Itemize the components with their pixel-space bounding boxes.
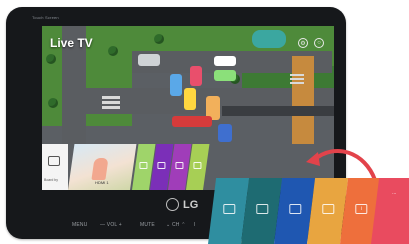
- lg-logo-icon: [166, 198, 179, 211]
- more-icon: ...: [392, 190, 397, 196]
- tree: [154, 34, 164, 44]
- mute-button[interactable]: MUTE: [140, 222, 155, 228]
- preview-image: [91, 158, 109, 180]
- music-icon: [256, 204, 269, 214]
- crosswalk: [102, 101, 120, 104]
- tree: [108, 46, 118, 56]
- screen-share-icon: [223, 204, 236, 214]
- app-icon: [157, 162, 166, 169]
- photo-icon: [175, 162, 184, 169]
- app-icon: [193, 162, 202, 169]
- input-button[interactable]: Board by: [42, 144, 68, 190]
- car[interactable]: [170, 74, 182, 96]
- car[interactable]: [214, 70, 236, 81]
- input-label: Board by: [44, 178, 59, 182]
- menu-button[interactable]: MENU: [72, 222, 88, 228]
- crosswalk: [290, 82, 304, 84]
- car[interactable]: [218, 124, 232, 142]
- preview-caption: HDMI 1: [95, 180, 109, 185]
- photo-icon: [289, 204, 302, 214]
- crosswalk: [290, 74, 304, 76]
- model-label: Touch Screen: [32, 15, 59, 20]
- car[interactable]: [190, 66, 202, 86]
- pond: [252, 30, 286, 48]
- info-icon: i: [355, 204, 368, 214]
- car[interactable]: [184, 88, 196, 110]
- search-icon[interactable]: ○: [314, 38, 324, 48]
- control-extra[interactable]: I: [194, 222, 196, 228]
- road: [222, 106, 334, 116]
- crosswalk: [290, 78, 304, 80]
- car[interactable]: [172, 116, 212, 127]
- gallery-icon: [322, 204, 335, 214]
- live-preview-card[interactable]: HDMI 1: [68, 144, 137, 190]
- crosswalk: [102, 106, 120, 109]
- screen-title: Live TV: [50, 36, 93, 50]
- volume-control[interactable]: — VOL +: [100, 222, 122, 228]
- car[interactable]: [138, 54, 160, 66]
- tree: [48, 98, 58, 108]
- road: [292, 56, 314, 144]
- settings-icon[interactable]: ⚙: [298, 38, 308, 48]
- tree: [46, 54, 56, 64]
- channel-control[interactable]: ⌄ CH ⌃: [166, 222, 186, 228]
- input-icon: [48, 156, 60, 166]
- app-icon: [139, 162, 148, 169]
- car[interactable]: [214, 56, 236, 66]
- tv-screen[interactable]: Live TV ⚙ ○ Board by HDMI 1: [42, 26, 334, 190]
- brand-label: LG: [183, 199, 199, 211]
- crosswalk: [102, 96, 120, 99]
